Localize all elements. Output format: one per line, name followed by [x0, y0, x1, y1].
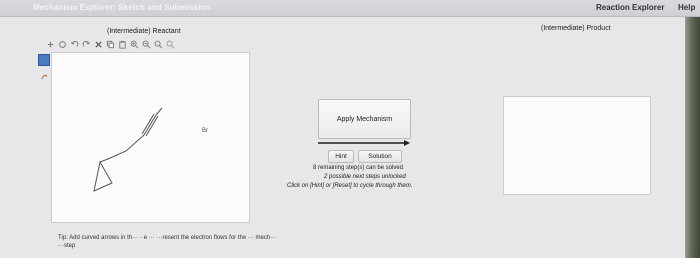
arrow-tool-icon[interactable] — [38, 54, 50, 66]
reactant-molecule: Br — [93, 107, 208, 192]
hint-button[interactable]: Hint — [328, 150, 354, 163]
redo-icon[interactable] — [82, 40, 91, 49]
zoom-reset-icon[interactable] — [166, 40, 175, 49]
sketch-toolbar — [46, 38, 175, 50]
zoom-fit-icon[interactable] — [154, 40, 163, 49]
background-edge — [685, 17, 700, 258]
status-remaining-steps: 8 remaining step(s) can be solved — [313, 165, 404, 171]
menu-help[interactable]: Help — [678, 3, 695, 12]
app-title: Mechanism Explorer: Sketch and Submissio… — [33, 3, 211, 12]
ring-icon[interactable] — [58, 40, 67, 49]
zoom-out-icon[interactable] — [142, 40, 151, 49]
reactant-panel-title: (Intermediate) Reactant — [107, 28, 181, 35]
menu-reaction-explorer[interactable]: Reaction Explorer — [596, 3, 664, 12]
delete-x-icon[interactable] — [94, 40, 103, 49]
reactant-sketch-canvas[interactable]: Br — [51, 52, 250, 223]
tip-text: Tip: Add curved arrows in th··· ··e ··· … — [58, 235, 277, 249]
status-instruction: Click on [Hint] or [Reset] to cycle thro… — [287, 183, 413, 189]
product-panel-title: (Intermediate) Product — [541, 25, 611, 32]
cyclopropane-ring — [93, 160, 113, 192]
app-titlebar: Mechanism Explorer: Sketch and Submissio… — [0, 0, 700, 17]
status-possible-steps: 2 possible next steps unlocked — [324, 174, 406, 180]
alkyne-chain — [99, 107, 163, 163]
zoom-in-icon[interactable] — [130, 40, 139, 49]
paste-icon[interactable] — [118, 40, 127, 49]
product-sketch-canvas[interactable] — [503, 96, 651, 195]
undo-icon[interactable] — [70, 40, 79, 49]
reaction-arrow — [318, 140, 410, 146]
apply-mechanism-button[interactable]: Apply Mechanism — [318, 99, 411, 139]
curved-arrow-tool-icon[interactable] — [40, 72, 49, 81]
copy-icon[interactable] — [106, 40, 115, 49]
plus-dropdown-icon[interactable] — [46, 40, 55, 49]
bromide-atom-label[interactable]: Br — [202, 128, 208, 134]
solution-button[interactable]: Solution — [358, 150, 402, 163]
